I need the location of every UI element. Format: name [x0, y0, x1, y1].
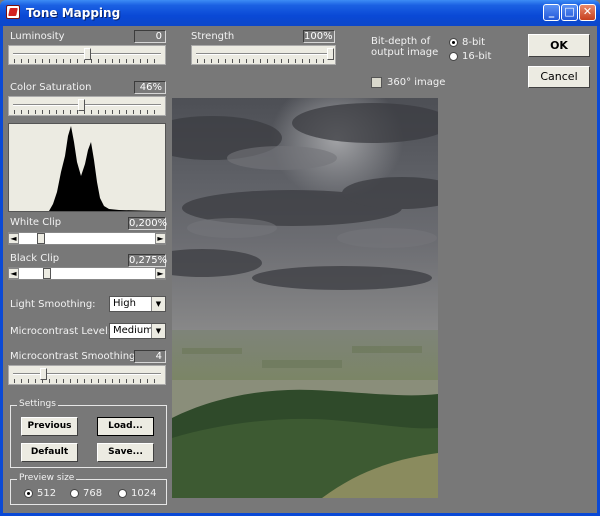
bit-depth-16-radio[interactable]: [449, 52, 458, 61]
bit-depth-label-line1: Bit-depth of: [371, 36, 431, 47]
bit-depth-label-line2: output image: [371, 47, 439, 58]
title-bar[interactable]: Tone Mapping _ □ ✕: [0, 0, 600, 26]
microcontrast-level-select[interactable]: Medium ▼: [109, 323, 166, 339]
white-clip-value[interactable]: 0,200%: [128, 217, 167, 230]
preview-size-512-radio[interactable]: [24, 489, 33, 498]
microcontrast-smoothing-label: Microcontrast Smoothing: [10, 351, 136, 362]
microcontrast-smoothing-value[interactable]: 4: [134, 350, 166, 363]
window-border-left: [0, 26, 3, 516]
close-button[interactable]: ✕: [579, 4, 596, 21]
white-clip-thumb[interactable]: [37, 233, 45, 244]
strength-value[interactable]: 100%: [303, 30, 335, 43]
image-360-checkbox[interactable]: [371, 77, 382, 88]
light-smoothing-value: High: [113, 298, 136, 309]
microcontrast-level-dropdown-icon[interactable]: ▼: [151, 324, 165, 338]
white-clip-scrollbar[interactable]: ◄ ►: [8, 232, 166, 245]
save-button[interactable]: Save...: [97, 443, 154, 462]
preview-size-1024-radio[interactable]: [118, 489, 127, 498]
ok-button[interactable]: OK: [528, 34, 590, 57]
light-smoothing-dropdown-icon[interactable]: ▼: [151, 297, 165, 311]
load-button[interactable]: Load...: [97, 417, 154, 436]
settings-group: Settings Previous Load... Default Save..…: [10, 399, 167, 468]
bit-depth-16-label: 16-bit: [462, 51, 492, 62]
preview-size-1024-label: 1024: [131, 488, 157, 499]
preview-size-group: Preview size 512 768 1024: [10, 473, 167, 505]
preview-size-768-label: 768: [83, 488, 103, 499]
white-clip-left-arrow[interactable]: ◄: [8, 233, 19, 244]
black-clip-thumb[interactable]: [43, 268, 51, 279]
preview-landscape: [172, 98, 438, 498]
luminosity-value[interactable]: 0: [134, 30, 166, 43]
minimize-button[interactable]: _: [543, 4, 560, 21]
bit-depth-8-label: 8-bit: [462, 37, 486, 48]
settings-group-title: Settings: [17, 399, 58, 409]
histogram-graph: [11, 126, 163, 211]
color-saturation-value[interactable]: 46%: [134, 81, 166, 94]
default-button[interactable]: Default: [21, 443, 78, 462]
image-360-label: 360° image: [387, 77, 446, 88]
cancel-button[interactable]: Cancel: [528, 66, 590, 88]
luminosity-label: Luminosity: [10, 31, 65, 42]
color-saturation-slider-thumb[interactable]: [78, 99, 86, 111]
color-saturation-slider[interactable]: [8, 96, 166, 116]
black-clip-scrollbar[interactable]: ◄ ►: [8, 267, 166, 280]
microcontrast-smoothing-slider-thumb[interactable]: [40, 368, 48, 380]
microcontrast-level-label: Microcontrast Level:: [10, 326, 112, 337]
app-icon: [6, 5, 20, 19]
strength-slider-thumb[interactable]: [327, 48, 334, 60]
black-clip-label: Black Clip: [10, 253, 60, 264]
strength-label: Strength: [191, 31, 235, 42]
microcontrast-level-value: Medium: [113, 325, 153, 336]
bit-depth-8-radio[interactable]: [449, 38, 458, 47]
black-clip-left-arrow[interactable]: ◄: [8, 268, 19, 279]
white-clip-label: White Clip: [10, 217, 62, 228]
black-clip-right-arrow[interactable]: ►: [155, 268, 166, 279]
preview-size-512-label: 512: [37, 488, 57, 499]
histogram: [8, 123, 166, 212]
light-smoothing-select[interactable]: High ▼: [109, 296, 166, 312]
white-clip-right-arrow[interactable]: ►: [155, 233, 166, 244]
preview-size-768-radio[interactable]: [70, 489, 79, 498]
black-clip-value[interactable]: 0,275%: [128, 254, 167, 267]
previous-button[interactable]: Previous: [21, 417, 78, 436]
strength-slider[interactable]: [191, 45, 336, 65]
maximize-button[interactable]: □: [561, 4, 578, 21]
luminosity-slider-thumb[interactable]: [84, 48, 91, 60]
luminosity-slider[interactable]: [8, 45, 166, 65]
window-title: Tone Mapping: [26, 6, 121, 20]
preview-size-group-title: Preview size: [17, 473, 77, 483]
color-saturation-label: Color Saturation: [10, 82, 92, 93]
microcontrast-smoothing-slider[interactable]: [8, 365, 166, 385]
preview-image[interactable]: [172, 98, 438, 498]
light-smoothing-label: Light Smoothing:: [10, 299, 96, 310]
